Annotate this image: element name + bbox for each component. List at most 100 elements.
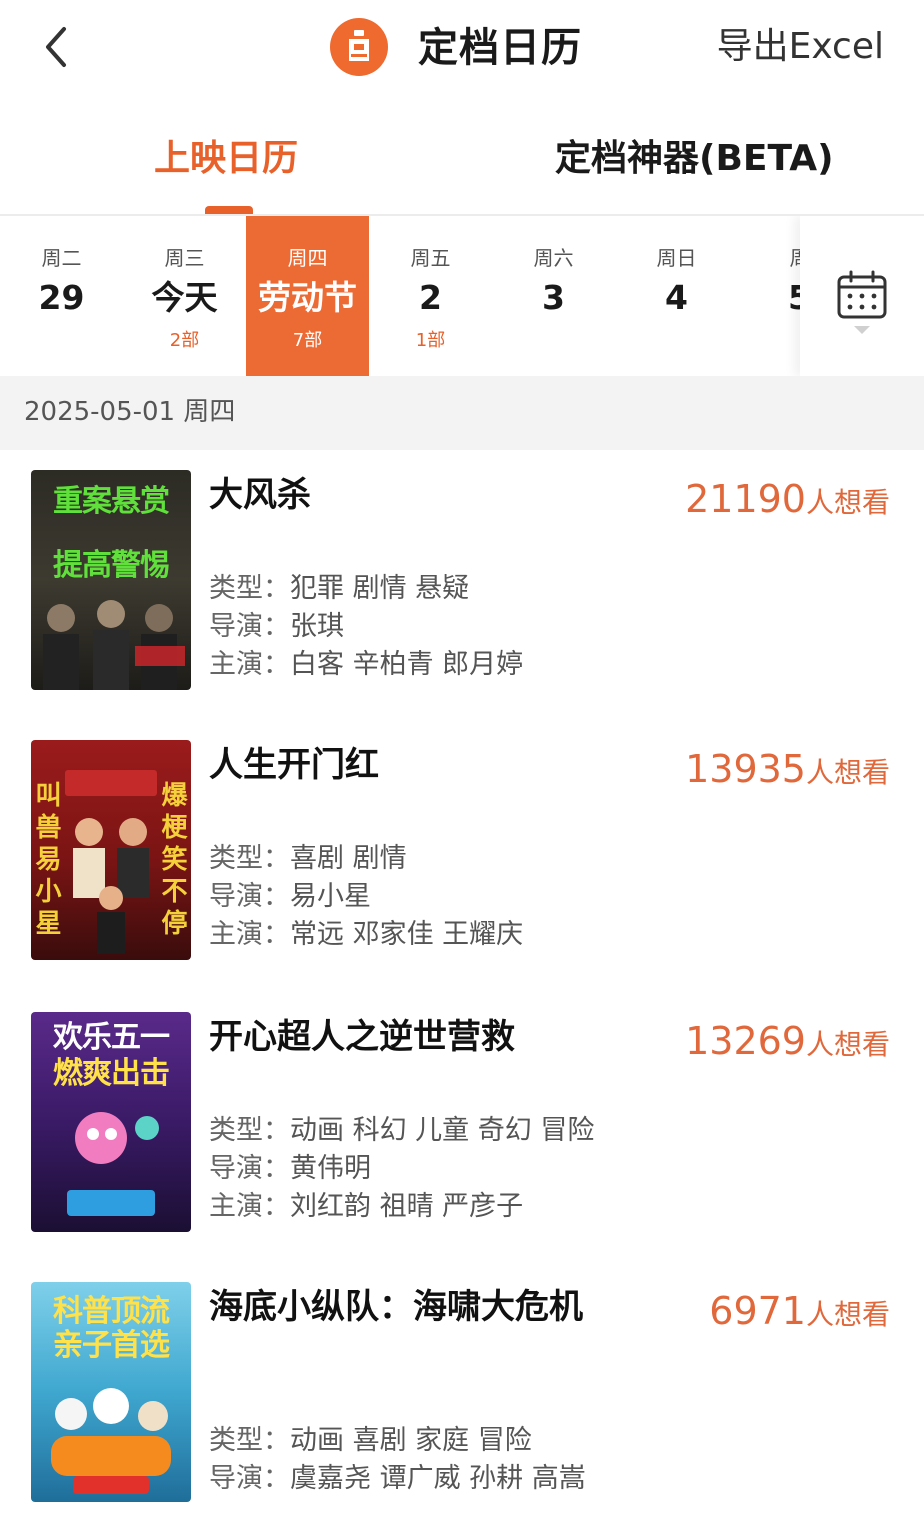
day-weekday: 周日: [656, 246, 697, 270]
cast-key: 主演：: [209, 919, 290, 950]
movie-director: 导演：虞嘉尧 谭广威 孙耕 高嵩: [209, 1460, 586, 1498]
poster-figures-icon: [43, 600, 185, 690]
day-number: 2: [419, 278, 442, 317]
app-logo-icon: [330, 18, 388, 76]
movie-title: 海底小纵队：海啸大危机: [209, 1287, 583, 1327]
movie-genre: 类型：动画 科幻 儿童 奇幻 冒险: [209, 1112, 594, 1150]
cast-value: 白客 辛柏青 郎月婷: [290, 649, 524, 680]
want-number: 13269: [685, 1019, 806, 1063]
poster-figures-icon: [51, 1388, 171, 1494]
poster-text: 重案悬赏: [53, 484, 170, 519]
day-item[interactable]: 周日 4: [615, 216, 738, 376]
day-number: 3: [542, 278, 565, 317]
cast-key: 主演：: [209, 649, 290, 680]
day-weekday: 周二: [41, 246, 82, 270]
back-button[interactable]: [34, 22, 78, 72]
director-key: 导演：: [209, 881, 290, 912]
poster-text: 提高警惕: [53, 548, 170, 583]
day-weekday: 周六: [533, 246, 574, 270]
tab-bar: 上映日历 定档神器(BETA): [0, 118, 924, 214]
day-count: 2部: [169, 330, 200, 351]
day-number: 今天: [151, 278, 218, 317]
movie-cast: 主演：白客 辛柏青 郎月婷: [209, 646, 523, 684]
movie-title: 大风杀: [209, 475, 311, 515]
genre-value: 动画 科幻 儿童 奇幻 冒险: [290, 1115, 595, 1146]
movie-title: 人生开门红: [209, 745, 379, 785]
chevron-down-icon: [854, 326, 870, 334]
movie-genre: 类型：动画 喜剧 家庭 冒险: [209, 1422, 532, 1460]
page-title: 定档日历: [418, 25, 582, 71]
want-number: 6971: [709, 1289, 806, 1333]
day-weekday: 周三: [164, 246, 205, 270]
movie-item[interactable]: 科普顶流 亲子首选 海底小纵队：海啸大危机 6971人想看 类型：动画 喜剧 家…: [0, 1262, 924, 1531]
director-key: 导演：: [209, 611, 290, 642]
day-item[interactable]: 周三 今天 2部: [123, 216, 246, 376]
genre-key: 类型：: [209, 843, 290, 874]
want-label: 人想看: [805, 486, 890, 519]
movie-poster: 叫兽易小星 爆梗笑不停: [31, 740, 191, 960]
day-number: 29: [38, 278, 85, 317]
export-excel-button[interactable]: 导出Excel: [717, 22, 884, 72]
want-label: 人想看: [805, 1028, 890, 1061]
poster-figures-icon: [65, 770, 157, 954]
want-count: 13935人想看: [685, 746, 890, 800]
day-weekday: 周五: [410, 246, 451, 270]
poster-text: 燃爽出击: [53, 1056, 170, 1091]
want-label: 人想看: [805, 756, 890, 789]
movie-cast: 主演：刘红韵 祖晴 严彦子: [209, 1188, 523, 1226]
cast-value: 常远 邓家佳 王耀庆: [290, 919, 524, 950]
tab-release-calendar[interactable]: 上映日历: [154, 134, 298, 184]
tab-scheduling-tool[interactable]: 定档神器(BETA): [555, 134, 834, 184]
genre-value: 动画 喜剧 家庭 冒险: [290, 1425, 532, 1456]
poster-figures-icon: [67, 1112, 159, 1216]
cast-key: 主演：: [209, 1191, 290, 1222]
want-count: 13269人想看: [685, 1018, 890, 1072]
director-value: 张琪: [290, 611, 344, 642]
genre-key: 类型：: [209, 1115, 290, 1146]
poster-text: 爆梗笑不停: [161, 781, 187, 939]
want-number: 13935: [685, 747, 806, 791]
movie-director: 导演：易小星: [209, 878, 371, 916]
section-date-label: 2025-05-01 周四: [24, 397, 236, 427]
movie-director: 导演：黄伟明: [209, 1150, 371, 1188]
movie-cast: 主演：常远 邓家佳 王耀庆: [209, 916, 523, 954]
top-bar: 定档日历 导出Excel: [0, 0, 924, 100]
day-count: 7部: [292, 330, 323, 351]
movie-item[interactable]: 重案悬赏 提高警惕 大风杀 21190人想看 类型：犯罪 剧情 悬疑 导演：张琪…: [0, 450, 924, 720]
day-item[interactable]: 周二 29: [0, 216, 123, 376]
genre-key: 类型：: [209, 573, 290, 604]
active-tab-indicator: [205, 206, 253, 214]
poster-text: 亲子首选: [53, 1328, 170, 1363]
director-value: 黄伟明: [290, 1153, 371, 1184]
movie-item[interactable]: 欢乐五一 燃爽出击 开心超人之逆世营救 13269人想看 类型：动画 科幻 儿童…: [0, 992, 924, 1262]
day-item[interactable]: 周五 2 1部: [369, 216, 492, 376]
day-number: 劳动节: [258, 278, 357, 317]
genre-key: 类型：: [209, 1425, 290, 1456]
want-count: 21190人想看: [685, 476, 890, 530]
day-item-selected[interactable]: 周四 劳动节 7部: [246, 216, 369, 376]
movie-poster: 科普顶流 亲子首选: [31, 1282, 191, 1502]
day-item[interactable]: 周六 3: [492, 216, 615, 376]
director-key: 导演：: [209, 1153, 290, 1184]
section-date-header: 2025-05-01 周四: [0, 376, 924, 450]
director-key: 导演：: [209, 1463, 290, 1494]
want-count: 6971人想看: [709, 1288, 890, 1342]
director-value: 易小星: [290, 881, 371, 912]
movie-title: 开心超人之逆世营救: [209, 1017, 515, 1057]
genre-value: 犯罪 剧情 悬疑: [290, 573, 470, 604]
genre-value: 喜剧 剧情: [290, 843, 407, 874]
director-value: 虞嘉尧 谭广威 孙耕 高嵩: [290, 1463, 586, 1494]
cast-value: 刘红韵 祖晴 严彦子: [290, 1191, 524, 1222]
movie-poster: 重案悬赏 提高警惕: [31, 470, 191, 690]
calendar-icon: [837, 270, 887, 319]
movie-poster: 欢乐五一 燃爽出击: [31, 1012, 191, 1232]
day-number: 4: [665, 278, 688, 317]
movie-item[interactable]: 叫兽易小星 爆梗笑不停 人生开门红 13935人想看 类型：喜剧 剧情 导演：易…: [0, 720, 924, 990]
movie-director: 导演：张琪: [209, 608, 344, 646]
day-count: 1部: [415, 330, 446, 351]
movie-genre: 类型：犯罪 剧情 悬疑: [209, 570, 469, 608]
poster-text: 科普顶流: [53, 1294, 170, 1329]
calendar-button[interactable]: [800, 216, 924, 376]
want-number: 21190: [685, 477, 806, 521]
movie-genre: 类型：喜剧 剧情: [209, 840, 407, 878]
